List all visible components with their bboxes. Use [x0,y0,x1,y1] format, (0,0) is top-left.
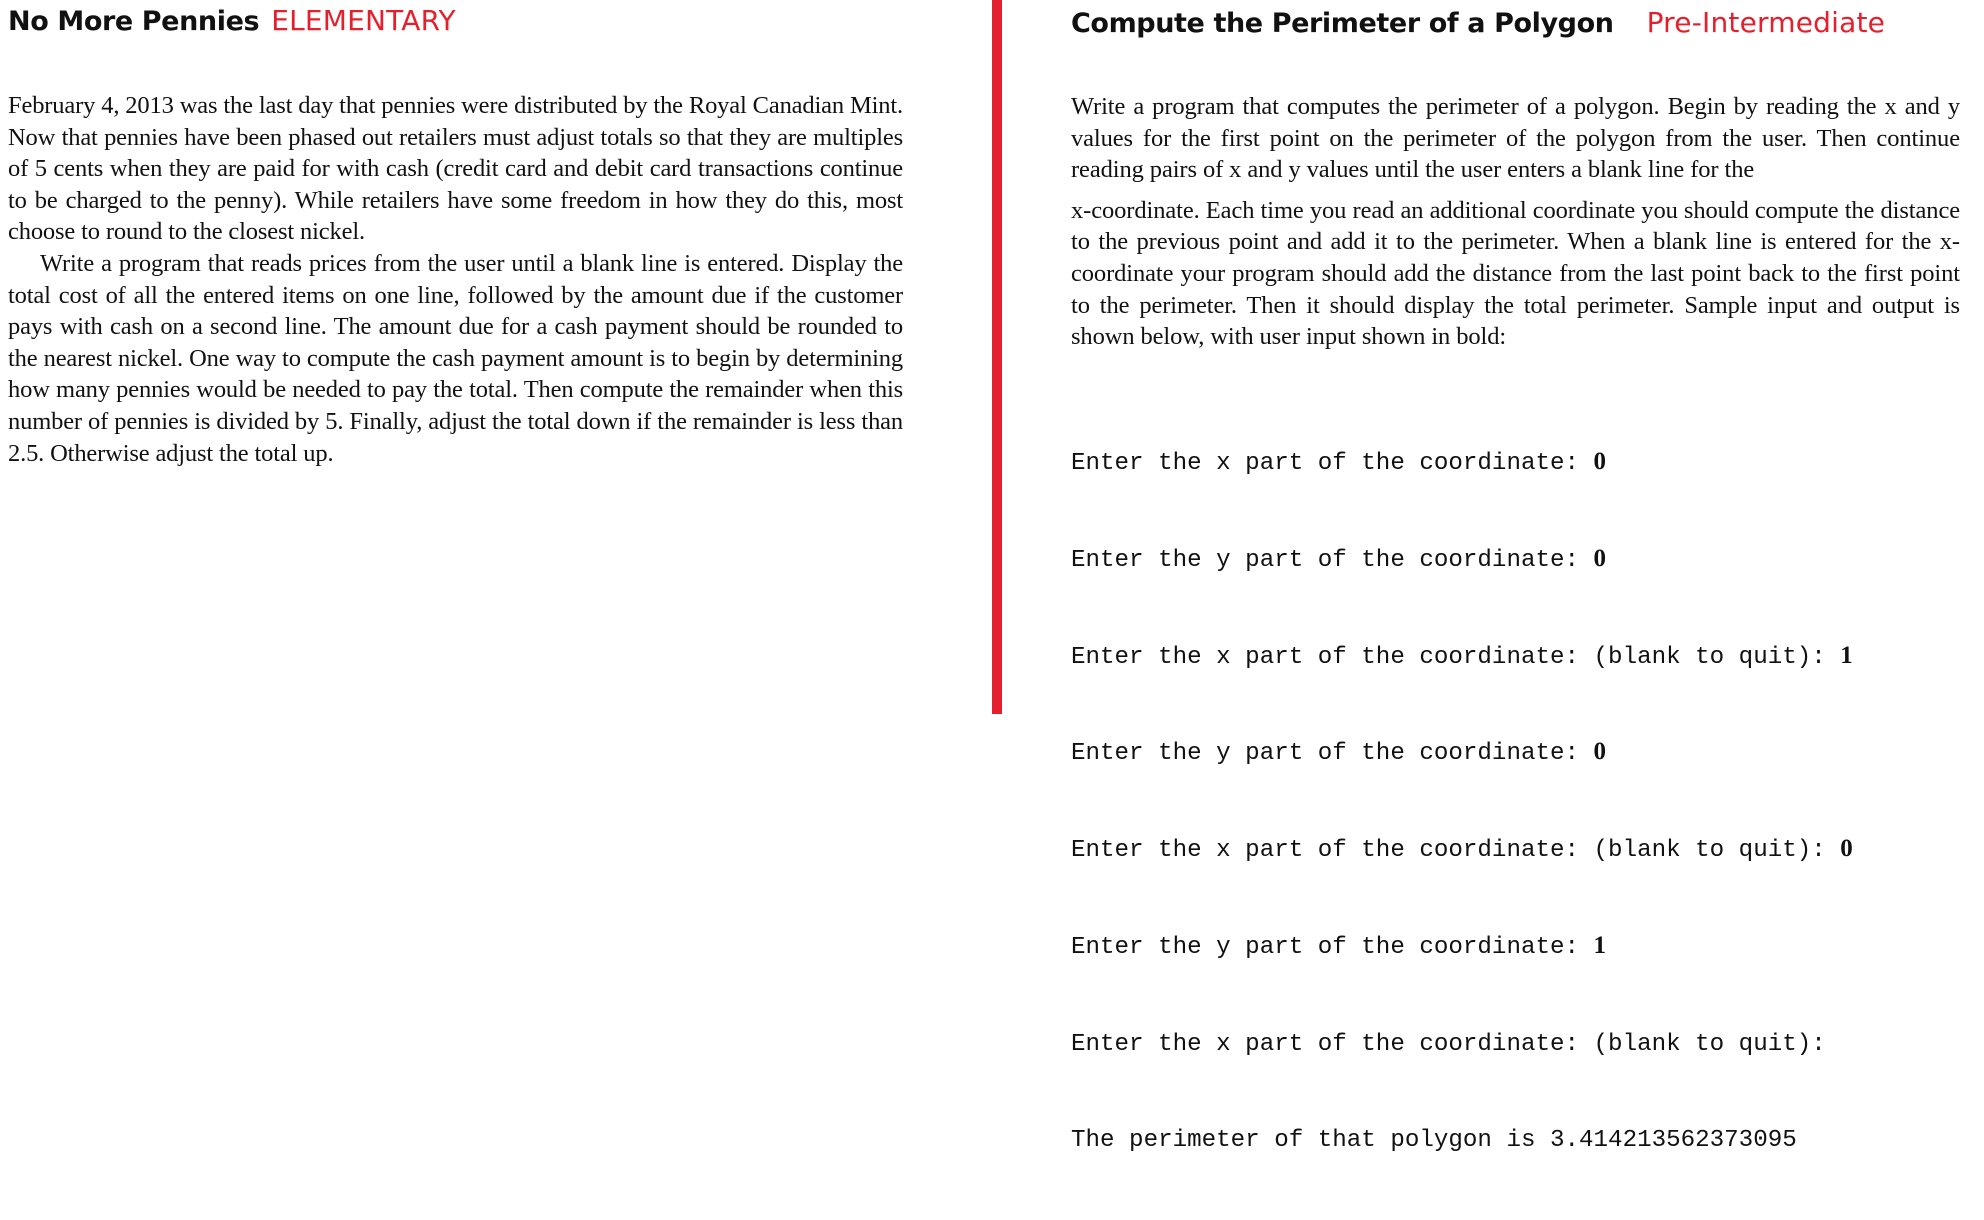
sample-output-line: The perimeter of that polygon is 3.41421… [1071,1123,1960,1157]
sample-user-input: 0 [1593,544,1607,572]
sample-line: Enter the x part of the coordinate: (bla… [1071,1027,1960,1061]
right-difficulty-level: Pre-Intermediate [1646,6,1886,39]
sample-prompt: Enter the x part of the coordinate: (bla… [1071,837,1841,865]
worksheet-page: No More Pennies ELEMENTARY February 4, 2… [0,0,1984,1154]
right-exercise-title: Compute the Perimeter of a Polygon [1071,8,1614,39]
right-exercise-body: Write a program that computes the perime… [1071,91,1960,353]
sample-prompt: Enter the x part of the coordinate: [1071,449,1594,477]
left-exercise-body: February 4, 2013 was the last day that p… [8,90,903,469]
sample-line: Enter the x part of the coordinate: 0 [1071,446,1960,480]
left-exercise: No More Pennies ELEMENTARY February 4, 2… [8,0,903,714]
left-paragraph-1: February 4, 2013 was the last day that p… [8,92,903,246]
left-title-row: No More Pennies ELEMENTARY [8,4,903,37]
sample-prompt: Enter the y part of the coordinate: [1071,546,1594,574]
sample-io-block: Enter the x part of the coordinate: 0 En… [1071,383,1960,1220]
right-title-row: Compute the Perimeter of a Polygon Pre-I… [1071,6,1960,39]
sample-line: Enter the x part of the coordinate: (bla… [1071,640,1960,674]
sample-line: Enter the x part of the coordinate: (bla… [1071,833,1960,867]
sample-user-input: 0 [1593,738,1607,766]
sample-prompt: Enter the x part of the coordinate: (bla… [1071,1030,1826,1058]
sample-user-input: 0 [1840,835,1853,863]
sample-line: Enter the y part of the coordinate: 0 [1071,736,1960,770]
left-paragraph-2: Write a program that reads prices from t… [8,249,903,467]
right-exercise: Compute the Perimeter of a Polygon Pre-I… [1071,0,1960,1154]
right-paragraph-part-1: Write a program that computes the perime… [1071,93,1960,184]
red-divider [992,0,1002,714]
left-exercise-title: No More Pennies [8,6,260,37]
sample-output: The perimeter of that polygon is 3.41421… [1071,1127,1797,1155]
right-paragraph-part-2: x-coordinate. Each time you read an addi… [1071,196,1960,351]
sample-prompt: Enter the y part of the coordinate: [1071,933,1594,961]
sample-user-input: 1 [1593,931,1607,959]
sample-line: Enter the y part of the coordinate: 0 [1071,543,1960,577]
sample-line: Enter the y part of the coordinate: 1 [1071,930,1960,964]
sample-user-input: 1 [1840,641,1853,669]
sample-prompt: Enter the x part of the coordinate: (bla… [1071,643,1841,671]
sample-prompt: Enter the y part of the coordinate: [1071,740,1594,768]
sample-user-input: 0 [1593,447,1607,475]
left-difficulty-level: ELEMENTARY [271,4,456,37]
